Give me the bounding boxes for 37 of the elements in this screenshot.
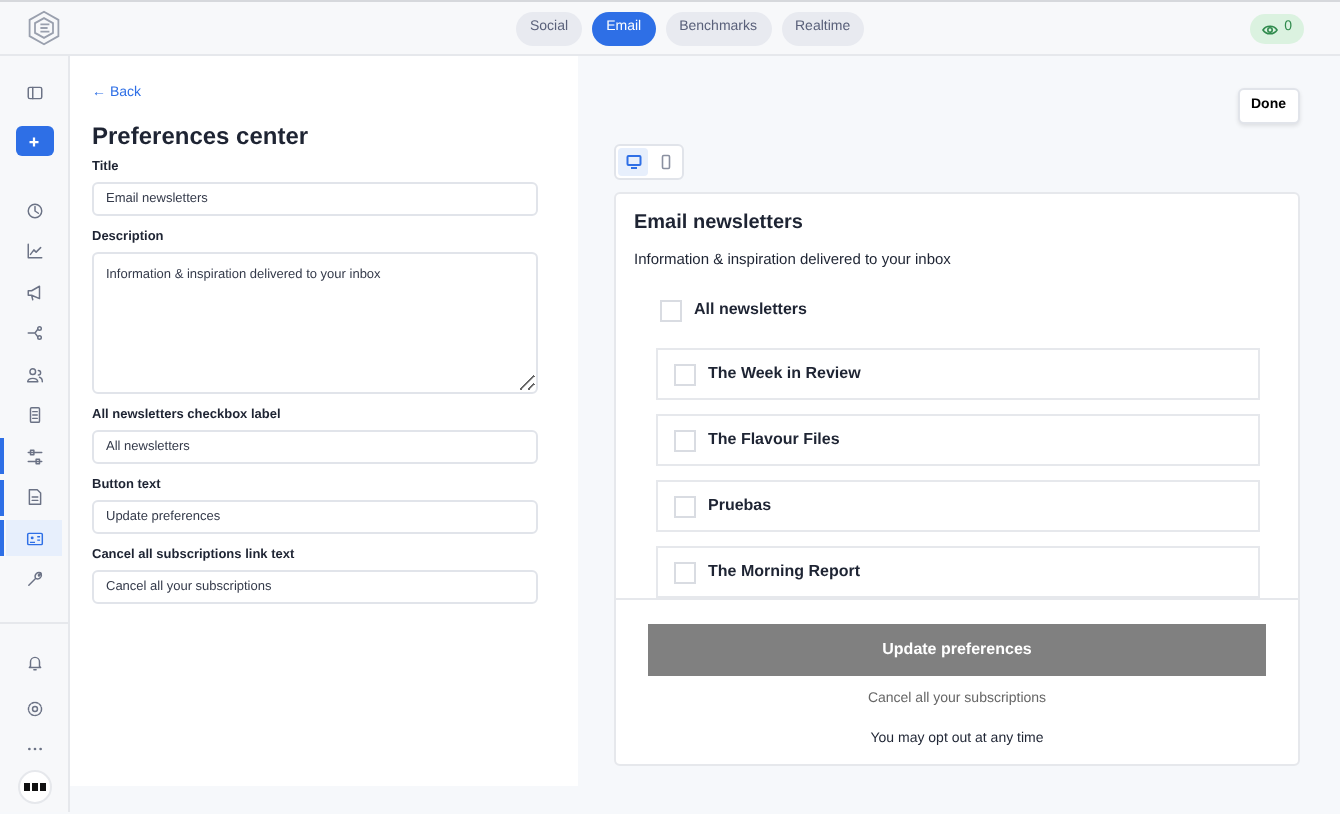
megaphone-icon [25, 283, 43, 301]
share-icon [25, 324, 43, 342]
list-icon [25, 406, 43, 424]
eye-icon [1262, 21, 1279, 37]
plus-icon [28, 135, 40, 147]
newsletter-option[interactable]: The Week in Review [656, 348, 1260, 401]
users-icon [25, 365, 43, 383]
checkbox[interactable] [674, 363, 696, 386]
sliders-icon [25, 447, 43, 465]
checkbox-label: All newsletters [694, 298, 807, 323]
checkbox[interactable] [660, 299, 682, 322]
page-heading: Preferences center [92, 122, 311, 151]
logo-icon [26, 10, 62, 46]
add-button[interactable] [15, 126, 53, 156]
newsletter-name: The Flavour Files [708, 428, 840, 453]
desktop-view-button[interactable] [618, 148, 648, 176]
checkbox[interactable] [674, 429, 696, 452]
newsletter-option[interactable]: The Flavour Files [656, 414, 1260, 467]
monitor-icon [625, 154, 641, 170]
update-preferences-button[interactable]: Update preferences [648, 624, 1266, 677]
newsletter-name: The Week in Review [708, 362, 861, 387]
newsletter-option[interactable]: The Morning Report [656, 546, 1260, 599]
bell-icon [25, 653, 43, 671]
phone-icon [657, 154, 673, 170]
newsletter-name: The Morning Report [708, 560, 860, 585]
checkbox[interactable] [674, 561, 696, 584]
document-icon [25, 488, 43, 506]
sidebar-item[interactable] [0, 520, 68, 556]
checkbox[interactable] [674, 495, 696, 518]
settings-icon [25, 699, 43, 717]
preview-title: Email newsletters [632, 210, 805, 236]
newsletter-option[interactable]: Pruebas [656, 480, 1260, 533]
newsletter-name: Pruebas [708, 494, 772, 519]
panel-icon [25, 83, 43, 101]
id-card-icon [25, 529, 43, 547]
chart-icon [25, 242, 43, 260]
avatar-icon[interactable] [17, 770, 51, 804]
